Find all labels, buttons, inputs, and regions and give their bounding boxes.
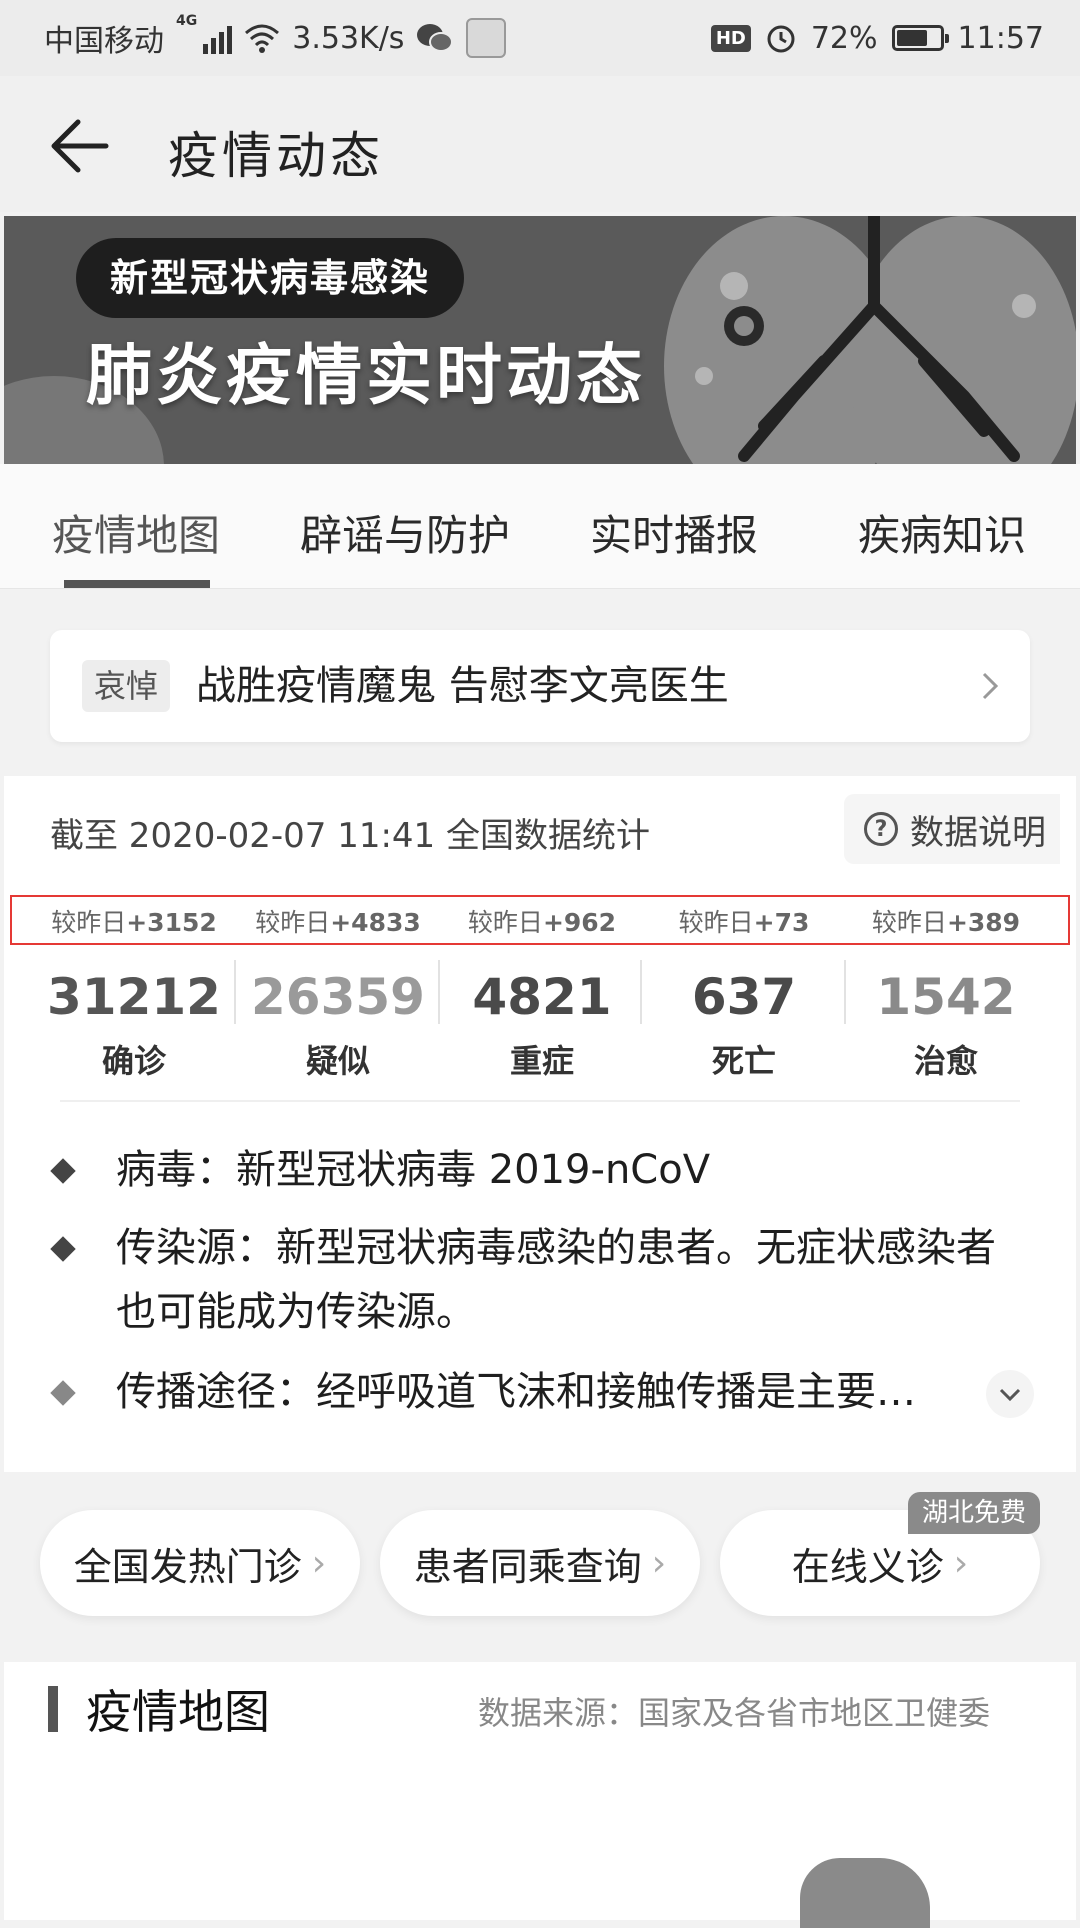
network-type: 4G [176,13,198,29]
fever-clinic-button[interactable]: 全国发热门诊 › [40,1510,360,1616]
banner[interactable]: 新型冠状病毒感染 肺炎疫情实时动态 [4,216,1076,464]
chevron-right-icon: › [311,1542,327,1584]
wifi-icon [245,24,280,53]
stat-value: 26359 [251,968,425,1026]
quick-link-label: 在线义诊 [791,1544,944,1589]
divider [60,1100,1020,1102]
stat-divider [844,960,846,1024]
info-text: 传播途径：经呼吸道飞沫和接触传播是主要… [116,1369,916,1415]
chevron-right-icon: › [953,1542,969,1584]
active-tab-indicator [64,580,210,588]
tab-live-report[interactable]: 实时播报 [590,502,758,563]
stat-label: 确诊 [101,1042,166,1080]
stat-divider [640,960,642,1024]
same-trip-query-button[interactable]: 患者同乘查询 › [380,1510,700,1616]
chevron-right-icon: › [651,1542,667,1584]
stat-delta: 较昨日+962 [467,908,617,937]
stat-confirmed: 较昨日+3152 31212 确诊 [32,908,236,1080]
clock: 11:57 [957,20,1044,56]
stat-severe: 较昨日+962 4821 重症 [440,908,644,1080]
update-time: 截至 2020-02-07 11:41 全国数据统计 [50,816,650,856]
quick-link-label: 全国发热门诊 [73,1544,302,1589]
section-accent-bar [48,1686,58,1732]
network-speed: 3.53K/s [292,20,405,56]
free-badge: 湖北免费 [908,1492,1041,1534]
chevron-down-icon[interactable] [986,1370,1034,1418]
alarm-icon [767,25,795,53]
hd-badge: HD [710,24,751,52]
status-right: HD 72% 11:57 [710,14,1044,62]
stat-value: 637 [691,968,797,1026]
info-text: 传染源：新型冠状病毒感染的患者。无症状感染者也可能成为传染源。 [116,1225,996,1335]
stat-suspected: 较昨日+4833 26359 疑似 [236,908,440,1080]
lung-illustration-icon [664,216,1076,464]
stat-cured: 较昨日+389 1542 治愈 [844,908,1048,1080]
stat-delta: 较昨日+4833 [255,908,421,937]
app-icon [466,18,507,58]
stat-delta: 较昨日+3152 [51,908,217,937]
notice-card[interactable]: 哀悼 战胜疫情魔鬼 告慰李文亮医生 [50,630,1030,742]
stats-row: 较昨日+3152 31212 确诊 较昨日+4833 26359 疑似 较昨日+… [0,908,1080,1080]
stat-label: 治愈 [913,1042,978,1080]
stat-value: 1542 [876,968,1016,1026]
battery-icon [891,25,949,51]
tab-epidemic-map[interactable]: 疫情地图 [52,502,220,563]
banner-title: 肺炎疫情实时动态 [86,337,646,414]
stat-delta: 较昨日+389 [871,908,1021,937]
stat-label: 疑似 [305,1042,370,1080]
tab-bar: 疫情地图 辟谣与防护 实时播报 疾病知识 [0,464,1080,589]
carrier-name: 中国移动 [44,24,164,59]
stat-delta: 较昨日+73 [678,908,810,937]
stat-label: 重症 [509,1042,574,1080]
stat-label: 死亡 [711,1042,776,1080]
stat-value: 4821 [472,968,612,1026]
page-title: 疫情动态 [168,127,384,185]
banner-pill: 新型冠状病毒感染 [76,238,465,318]
battery-percent: 72% [810,20,878,56]
signal-icon [203,22,233,54]
section-source: 数据来源：国家及各省市地区卫健委 [478,1694,991,1732]
map-preview[interactable] [800,1858,930,1928]
wechat-icon [417,24,454,52]
notice-tag: 哀悼 [82,660,171,712]
stat-deaths: 较昨日+73 637 死亡 [642,908,846,1080]
tab-rumor-protection[interactable]: 辟谣与防护 [300,502,510,563]
notice-text: 战胜疫情魔鬼 告慰李文亮医生 [196,663,729,709]
data-note-label: 数据说明 [910,812,1046,853]
chevron-right-icon [982,672,999,700]
top-bar [0,76,1080,212]
stat-value: 31212 [47,968,221,1026]
tab-disease-knowledge[interactable]: 疾病知识 [858,502,1026,563]
info-text: 病毒：新型冠状病毒 2019-nCoV [116,1147,711,1193]
help-icon: ? [864,812,898,846]
quick-link-label: 患者同乘查询 [413,1544,642,1589]
data-note-button[interactable]: ? 数据说明 [844,794,1060,864]
section-title: 疫情地图 [86,1685,270,1739]
back-arrow-icon[interactable] [44,108,120,184]
stat-divider [234,960,236,1024]
stat-divider [438,960,440,1024]
status-left: 中国移动 4G 3.53K/s [44,13,507,62]
